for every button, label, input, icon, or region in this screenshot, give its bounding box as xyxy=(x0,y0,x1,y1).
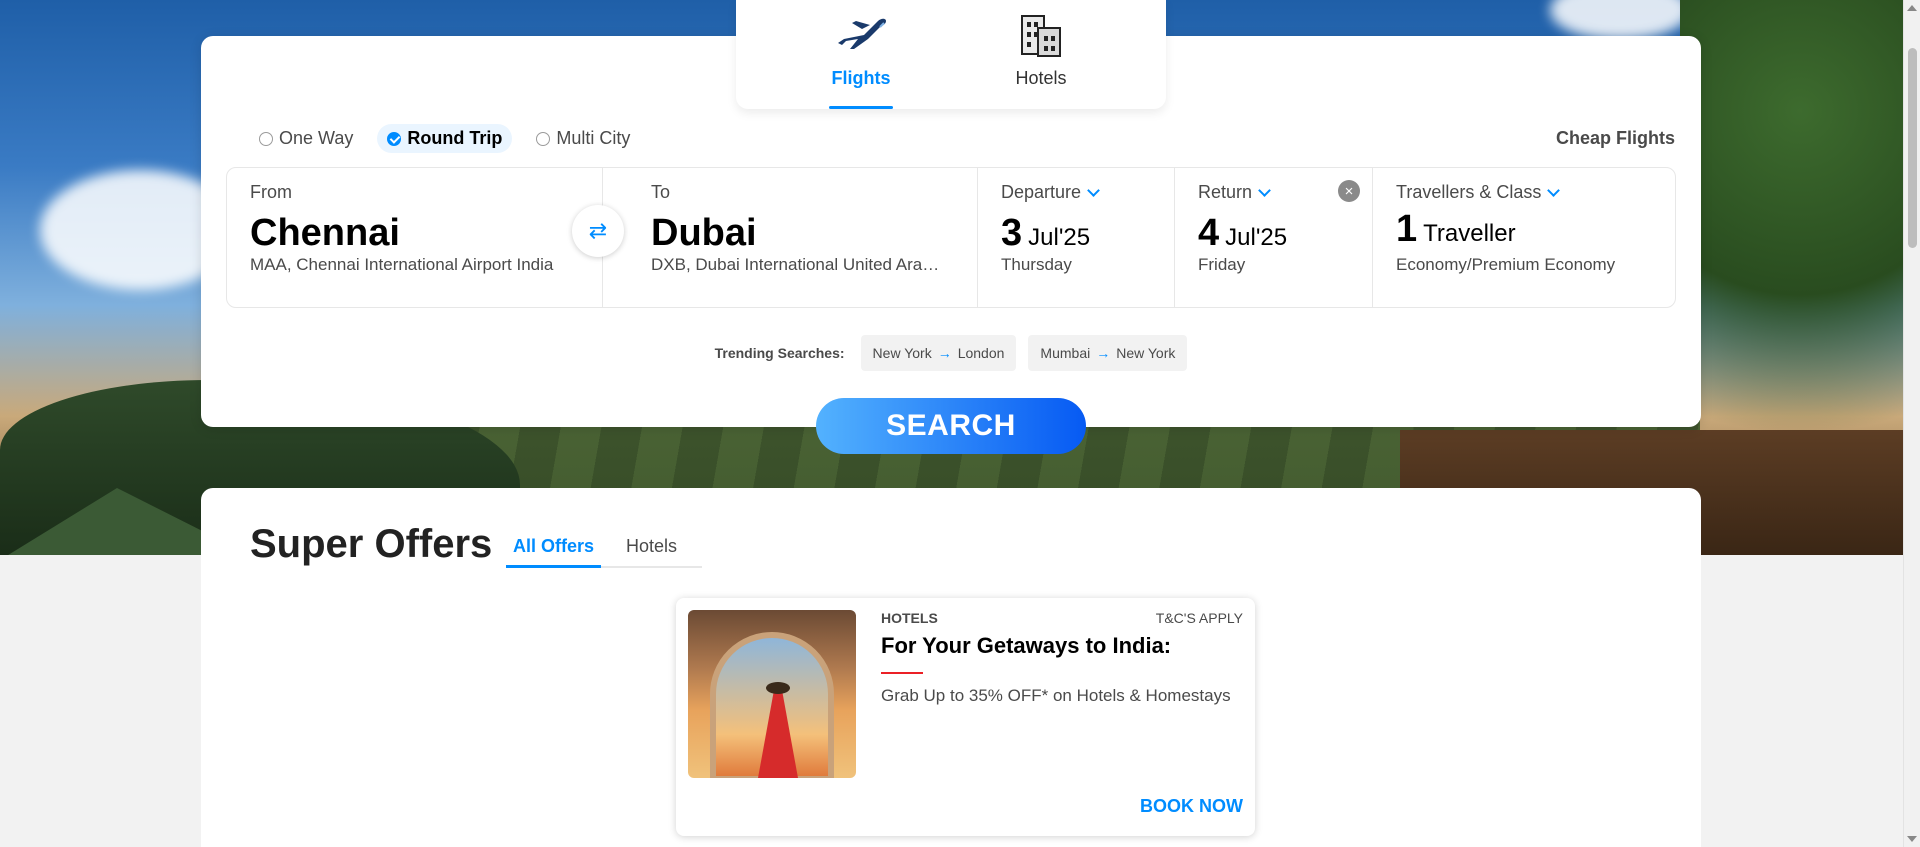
palm-tree-right xyxy=(1680,0,1903,555)
trending-chip[interactable]: Mumbai → New York xyxy=(1028,335,1188,371)
departure-field[interactable]: Departure 3 Jul'25 Thursday xyxy=(978,168,1175,307)
trending-from: New York xyxy=(872,345,932,361)
trip-type-round-trip[interactable]: Round Trip xyxy=(377,124,513,153)
radio-checked-icon xyxy=(387,131,402,146)
swap-cities-button[interactable]: ⇄ xyxy=(572,205,624,257)
trip-type-label: One Way xyxy=(279,128,354,148)
return-date: 4 Jul'25 xyxy=(1198,211,1349,255)
from-city: Chennai xyxy=(250,212,400,254)
scroll-down-icon[interactable] xyxy=(1907,836,1917,842)
clear-return-icon[interactable]: × xyxy=(1338,180,1360,202)
from-label: From xyxy=(250,182,292,202)
cloud xyxy=(1550,0,1690,40)
return-field[interactable]: Return 4 Jul'25 Friday × xyxy=(1175,168,1373,307)
airplane-icon xyxy=(833,8,889,58)
trending-to: New York xyxy=(1116,345,1176,361)
offer-divider xyxy=(881,672,923,674)
to-airport: DXB, Dubai International United Ara… xyxy=(651,255,940,274)
trending-from: Mumbai xyxy=(1040,345,1091,361)
return-month: Jul'25 xyxy=(1225,224,1288,251)
offer-terms: T&C'S APPLY xyxy=(1155,610,1243,626)
offers-title: Super Offers xyxy=(250,522,493,566)
hat-shape xyxy=(766,682,790,694)
offer-title: For Your Getaways to India: xyxy=(881,633,1172,658)
book-now-button[interactable]: BOOK NOW xyxy=(1140,796,1243,817)
trip-type-selector: One Way Round Trip Multi City xyxy=(249,124,640,153)
to-city: Dubai xyxy=(651,212,757,254)
search-button[interactable]: SEARCH xyxy=(816,398,1086,454)
departure-date: 3 Jul'25 xyxy=(1001,211,1151,255)
departure-label: Departure xyxy=(1001,182,1151,203)
departure-weekday: Thursday xyxy=(1001,255,1072,274)
return-label: Return xyxy=(1198,182,1349,203)
to-label: To xyxy=(651,182,671,202)
departure-month: Jul'25 xyxy=(1028,224,1091,251)
offer-image xyxy=(688,610,856,778)
offer-tab-hotels[interactable]: Hotels xyxy=(619,530,684,566)
swap-icon: ⇄ xyxy=(588,218,608,243)
trip-type-label: Multi City xyxy=(556,128,631,148)
trending-to: London xyxy=(957,345,1005,361)
trending-label: Trending Searches: xyxy=(714,345,845,361)
travellers-label: Travellers & Class xyxy=(1396,182,1652,203)
to-field[interactable]: To Dubai DXB, Dubai International United… xyxy=(603,168,978,307)
trending-searches: Trending Searches: New York → London Mum… xyxy=(201,335,1701,371)
chevron-down-icon xyxy=(1087,183,1100,197)
travellers-field[interactable]: Travellers & Class 1 Traveller Economy/P… xyxy=(1373,168,1675,307)
departure-label-text: Departure xyxy=(1001,182,1082,202)
offer-category: HOTELS xyxy=(881,610,938,626)
return-weekday: Friday xyxy=(1198,255,1246,274)
scrollbar-thumb[interactable] xyxy=(1908,48,1917,248)
trip-type-multi-city[interactable]: Multi City xyxy=(526,124,640,153)
offers-section: Super Offers All Offers Hotels HOTELS T&… xyxy=(201,488,1701,847)
arrow-right-icon: → xyxy=(1096,345,1111,361)
offer-card[interactable]: HOTELS T&C'S APPLY For Your Getaways to … xyxy=(676,598,1255,836)
travellers-label-text: Travellers & Class xyxy=(1396,182,1542,202)
offer-tab-all[interactable]: All Offers xyxy=(506,530,602,568)
radio-icon xyxy=(259,131,273,146)
travellers-word: Traveller xyxy=(1423,220,1516,247)
tab-flights[interactable]: Flights xyxy=(801,4,921,109)
chevron-down-icon xyxy=(1258,183,1271,197)
tab-hotels[interactable]: Hotels xyxy=(981,4,1101,109)
from-field[interactable]: From Chennai MAA, Chennai International … xyxy=(227,168,603,307)
return-day: 4 xyxy=(1198,212,1220,254)
offer-description: Grab Up to 35% OFF* on Hotels & Homestay… xyxy=(881,686,1231,705)
trip-type-one-way[interactable]: One Way xyxy=(249,124,363,153)
trip-type-label: Round Trip xyxy=(407,128,503,148)
tab-label: Flights xyxy=(831,68,891,88)
travel-class: Economy/Premium Economy xyxy=(1396,255,1616,274)
travellers-value: 1 Traveller xyxy=(1396,207,1652,251)
return-label-text: Return xyxy=(1198,182,1253,202)
scroll-up-icon[interactable] xyxy=(1907,5,1917,11)
departure-day: 3 xyxy=(1001,212,1023,254)
product-tabs: Flights Hotels xyxy=(736,0,1166,109)
arrow-right-icon: → xyxy=(937,345,952,361)
search-fields: From Chennai MAA, Chennai International … xyxy=(226,167,1676,308)
travellers-count: 1 xyxy=(1396,208,1418,250)
trending-chip[interactable]: New York → London xyxy=(860,335,1017,371)
chevron-down-icon xyxy=(1547,183,1561,197)
offer-tabs: All Offers Hotels xyxy=(506,530,703,568)
scrollbar[interactable] xyxy=(1903,0,1920,847)
hotel-building-icon xyxy=(1013,8,1069,58)
cheap-flights-link[interactable]: Cheap Flights xyxy=(1556,128,1675,149)
from-airport: MAA, Chennai International Airport India xyxy=(250,255,554,274)
radio-icon xyxy=(536,131,551,146)
tab-label: Hotels xyxy=(1015,68,1067,88)
